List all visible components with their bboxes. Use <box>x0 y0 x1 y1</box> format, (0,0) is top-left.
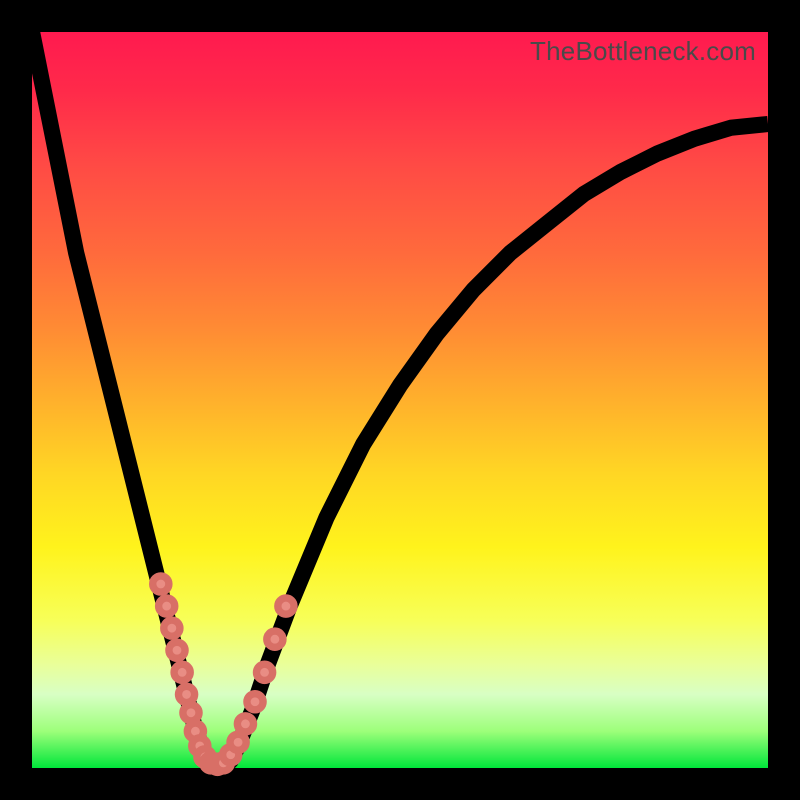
bead-marker <box>267 631 283 647</box>
bead-marker <box>183 705 199 721</box>
bead-marker <box>230 734 246 750</box>
bead-marker <box>169 642 185 658</box>
chart-plot-area: TheBottleneck.com <box>32 32 768 768</box>
bead-marker <box>159 598 175 614</box>
bead-marker <box>278 598 294 614</box>
bead-marker <box>256 664 272 680</box>
bead-marker <box>174 664 190 680</box>
bead-marker <box>164 620 180 636</box>
bead-marker <box>153 576 169 592</box>
bottleneck-curve <box>32 32 768 768</box>
bead-marker <box>178 686 194 702</box>
bead-marker <box>247 694 263 710</box>
bead-group <box>153 576 294 773</box>
bead-marker <box>237 716 253 732</box>
chart-frame: TheBottleneck.com <box>0 0 800 800</box>
curve-svg <box>32 32 768 768</box>
